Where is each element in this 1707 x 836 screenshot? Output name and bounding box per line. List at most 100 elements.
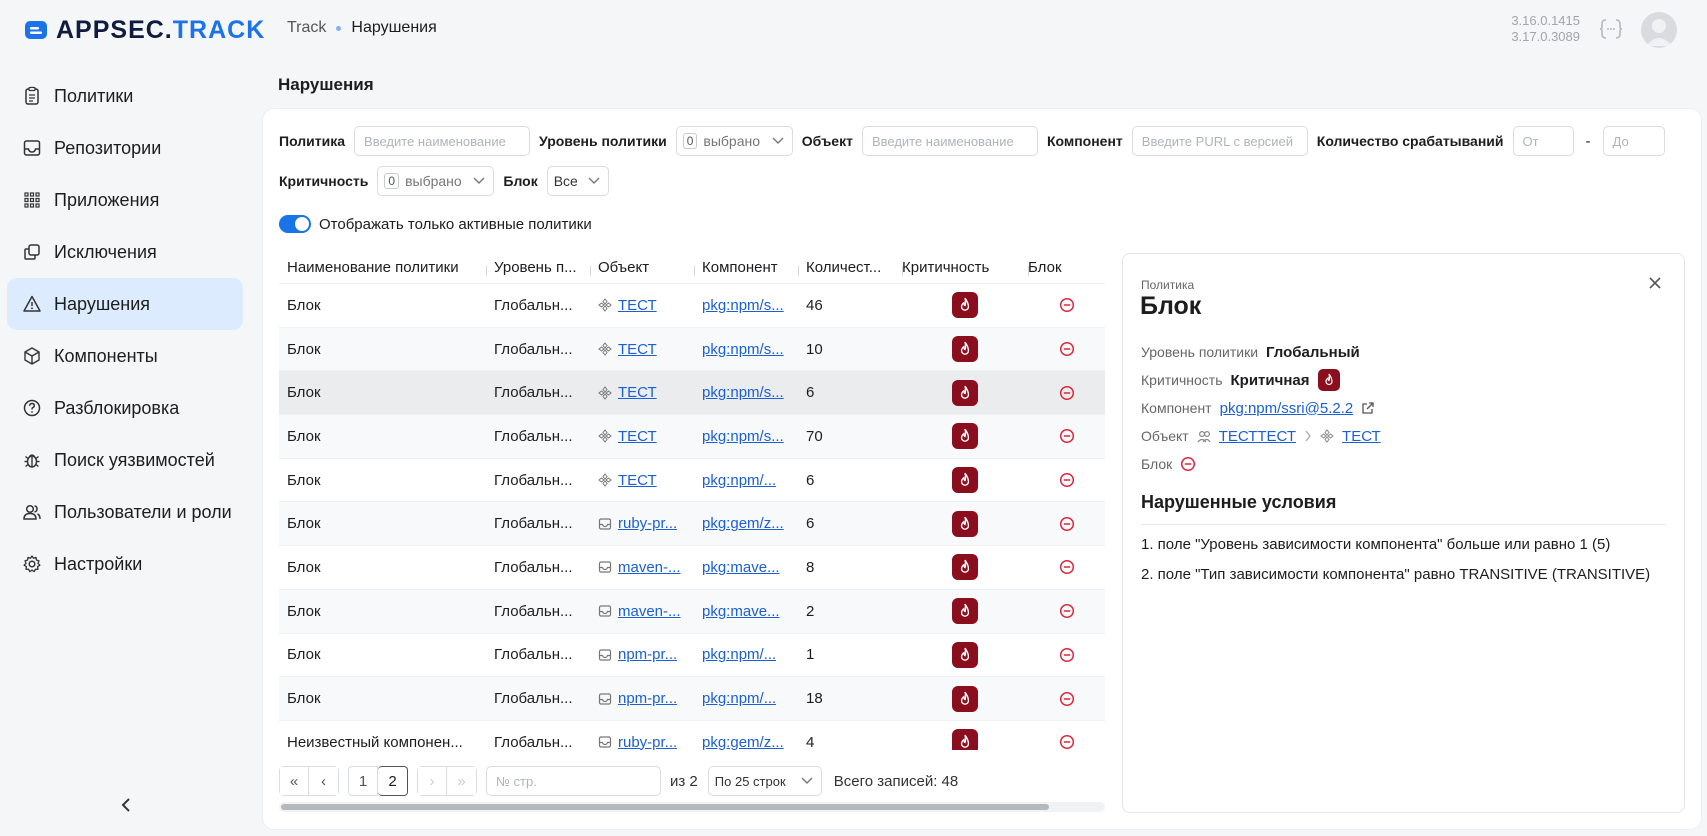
table-row[interactable]: Блок Глобальн... ТЕСТ pkg:npm/s... 10 [279,327,1105,372]
cell-level: Глобальн... [494,733,573,750]
column-header[interactable]: Критичность [902,259,1028,276]
scrollbar-thumb[interactable] [281,804,1049,810]
detail-crit-key: Критичность [1141,372,1223,388]
sidebar-item-1[interactable]: Репозитории [7,122,243,174]
sidebar-item-5[interactable]: Компоненты [7,330,243,382]
count-from-input[interactable]: От [1512,126,1574,156]
active-policies-toggle-row: Отображать только активные политики [279,215,592,233]
object-link[interactable]: ТЕСТ [618,428,657,445]
table-row[interactable]: Блок Глобальн... ТЕСТ pkg:npm/s... 46 [279,284,1105,328]
gear-icon [22,554,42,574]
page-2-button[interactable]: 2 [378,766,408,796]
per-page-select[interactable]: По 25 строк [707,766,822,796]
sidebar-item-4[interactable]: Нарушения [7,278,243,330]
object-link[interactable]: ruby-pr... [618,734,677,750]
breadcrumb-track[interactable]: Track [287,19,326,37]
cell-criticality [902,598,1028,625]
object-link[interactable]: npm-pr... [618,690,677,707]
page-1-button[interactable]: 1 [348,766,378,796]
policy-detail-panel: Политика Блок Уровень политики Глобальны… [1122,253,1685,813]
sidebar-item-0[interactable]: Политики [7,70,243,122]
component-link[interactable]: pkg:gem/z... [702,734,784,750]
sidebar-item-9[interactable]: Настройки [7,538,243,590]
close-icon[interactable] [1648,276,1662,290]
collapse-sidebar-button[interactable] [116,795,136,815]
detail-object-group-link[interactable]: ТЕСТТЕСТ [1219,428,1296,445]
object-link[interactable]: ТЕСТ [618,341,657,358]
first-page-button[interactable]: « [279,766,309,796]
object-link[interactable]: ruby-pr... [618,515,677,532]
component-link[interactable]: pkg:npm/s... [702,428,784,445]
active-policies-toggle[interactable] [279,215,311,233]
level-filter-select[interactable]: 0 выбрано [675,126,793,156]
api-braces-icon[interactable] [1598,18,1624,40]
sidebar-item-8[interactable]: Пользователи и роли [7,486,243,538]
component-link[interactable]: pkg:gem/z... [702,515,784,532]
sidebar-item-7[interactable]: Поиск уязвимостей [7,434,243,486]
logo-text-part1: APPSEC. [56,15,173,44]
table-row[interactable]: Блок Глобальн... ТЕСТ pkg:npm/s... 6 [279,371,1105,416]
logo[interactable]: APPSEC.TRACK [24,16,265,44]
sidebar-item-6[interactable]: Разблокировка [7,382,243,434]
sidebar-item-label: Политики [54,85,134,106]
last-page-button[interactable]: » [447,766,477,796]
object-link[interactable]: ТЕСТ [618,384,657,401]
cell-level: Глобальн... [494,690,573,708]
table-row[interactable]: Блок Глобальн... ruby-pr... pkg:gem/z... 6 [279,502,1105,547]
critical-flame-icon [952,641,978,668]
level-filter-label: Уровень политики [539,133,667,149]
block-filter-select[interactable]: Все [546,166,609,196]
column-header[interactable]: Компонент [694,259,798,276]
detail-object-app-link[interactable]: ТЕСТ [1342,428,1381,445]
critical-flame-icon [952,379,978,406]
column-header[interactable]: Количест... [798,259,902,276]
object-link[interactable]: maven-... [618,559,681,576]
table-row[interactable]: Неизвестный компонен... Глобальн... ruby-p… [279,721,1105,750]
table-row[interactable]: Блок Глобальн... ТЕСТ pkg:npm/s... 70 [279,415,1105,459]
table-row[interactable]: Блок Глобальн... maven-... pkg:mave... 8 [279,546,1105,590]
logo-icon [24,18,48,42]
cell-block [1028,647,1105,663]
detail-component-link[interactable]: pkg:npm/ssri@5.2.2 [1220,400,1354,417]
external-link-icon[interactable] [1361,401,1375,415]
component-filter-input[interactable]: Введите PURL с версией [1131,126,1308,156]
policy-filter-input[interactable]: Введите наименование [354,126,531,156]
repository-icon [598,735,612,749]
condition-item: 2. поле "Тип зависимости компонента" рав… [1141,566,1651,583]
count-to-input[interactable]: До [1602,126,1665,156]
user-avatar[interactable] [1641,12,1677,48]
object-link[interactable]: npm-pr... [618,646,677,663]
sidebar-item-2[interactable]: Приложения [7,174,243,226]
component-link[interactable]: pkg:npm/... [702,690,776,707]
component-link[interactable]: pkg:mave... [702,603,780,620]
sidebar-item-3[interactable]: Исключения [7,226,243,278]
column-header[interactable]: Наименование политики [279,259,486,276]
component-link[interactable]: pkg:npm/... [702,472,776,489]
column-header[interactable]: Блок [1028,259,1105,276]
table-row[interactable]: Блок Глобальн... npm-pr... pkg:npm/... 18 [279,677,1105,721]
cell-block [1028,341,1105,357]
prev-page-button[interactable]: ‹ [309,766,339,796]
object-link[interactable]: ТЕСТ [618,297,657,314]
object-link[interactable]: maven-... [618,603,681,620]
component-link[interactable]: pkg:mave... [702,559,780,576]
table-row[interactable]: Блок Глобальн... npm-pr... pkg:npm/... 1 [279,634,1105,678]
chevron-down-icon [473,177,485,184]
component-link[interactable]: pkg:npm/s... [702,297,784,314]
table-row[interactable]: Блок Глобальн... ТЕСТ pkg:npm/... 6 [279,459,1105,503]
conditions-title: Нарушенные условия [1141,492,1337,512]
horizontal-scrollbar[interactable] [279,802,1105,812]
table-row[interactable]: Блок Глобальн... maven-... pkg:mave... 2 [279,589,1105,634]
next-page-button[interactable]: › [417,766,447,796]
criticality-filter-select[interactable]: 0 выбрано [377,166,495,196]
column-header[interactable]: Объект [590,259,694,276]
component-link[interactable]: pkg:npm/s... [702,384,784,401]
component-link[interactable]: pkg:npm/s... [702,341,784,358]
page-number-input[interactable]: № стр. [486,766,661,796]
object-filter-input[interactable]: Введите наименование [861,126,1038,156]
cell-criticality [902,554,1028,581]
component-link[interactable]: pkg:npm/... [702,646,776,663]
column-header[interactable]: Уровень п... [486,259,590,276]
object-link[interactable]: ТЕСТ [618,472,657,489]
cell-block [1028,734,1105,750]
